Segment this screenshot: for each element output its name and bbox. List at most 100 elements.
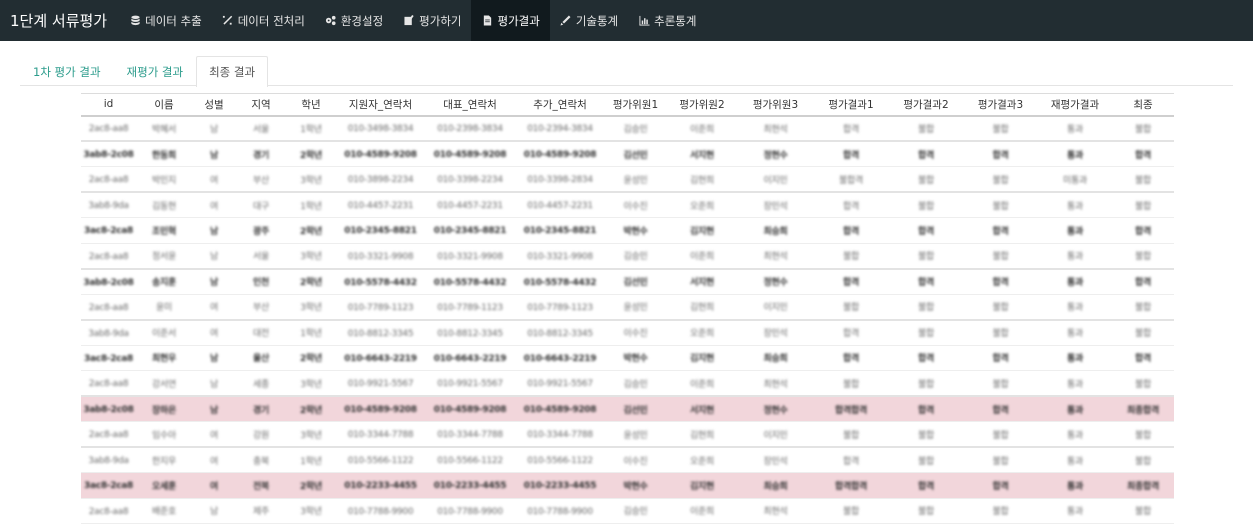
cell-value: 합격 xyxy=(918,354,934,365)
cell-value: 010-6643-2219 xyxy=(433,353,507,364)
table-cell: 서지현 xyxy=(666,267,738,295)
column-header[interactable]: 평가결과2 xyxy=(889,93,963,117)
column-header[interactable]: 지원자_연락처 xyxy=(336,93,425,117)
table-cell: 김승민 xyxy=(605,115,666,142)
cell-value: 김승민 xyxy=(623,124,648,135)
cell-value: 010-4457-2231 xyxy=(527,201,593,211)
cell-value: 한동희 xyxy=(152,150,176,161)
table-cell: 010-3498-3834 xyxy=(336,115,425,142)
table-row[interactable]: 3ab8-9da 이준서 여 대전 1학년 010-8812-3345 010-8812-3… xyxy=(81,318,1174,346)
cell-value: 합격 xyxy=(918,226,934,237)
table-cell: 010-3398-2234 xyxy=(425,166,515,193)
table-cell: 3학년 xyxy=(286,370,336,397)
cell-value: 010-2345-8821 xyxy=(523,226,597,237)
tab-3[interactable]: 최종 결과 xyxy=(196,56,269,87)
cell-value: 이준희 xyxy=(690,507,714,518)
cell-value: 여 xyxy=(210,329,218,339)
column-header[interactable]: 평가위원2 xyxy=(666,93,738,117)
nav-item-6[interactable]: 기술통계 xyxy=(550,0,628,41)
app-brand[interactable]: 1단계 서류평가 xyxy=(0,0,119,41)
table-cell: 불합 xyxy=(889,446,963,473)
table-row[interactable]: 3ab8-9da 김동현 여 대구 1학년 010-4457-2231 010-4457-2… xyxy=(81,191,1174,218)
table-cell: 강원 xyxy=(236,421,286,448)
cell-value: 장민석 xyxy=(763,201,788,212)
table-row[interactable]: 3ac8-2ca8 조민혁 남 광주 2학년 010-2345-8821 010-2345-… xyxy=(81,217,1174,244)
table-row[interactable]: 2ac8-aa8 윤미 여 부산 3학년 010-7789-1123 010-7789-11… xyxy=(81,294,1174,320)
cell-value: 최현석 xyxy=(763,379,788,390)
table-cell: 010-5578-4432 xyxy=(336,267,425,295)
table-row[interactable]: 3ab8-2c08 장하은 남 경기 2학년 010-4589-9208 010-4589-… xyxy=(81,395,1174,422)
table-cell: 불합 xyxy=(813,243,889,269)
column-header[interactable]: 학년 xyxy=(286,93,336,117)
cell-value: 2ac8-aa8 xyxy=(88,175,129,185)
nav-item-3[interactable]: 환경설정 xyxy=(315,0,393,41)
column-header[interactable]: 성별 xyxy=(192,93,236,117)
column-header[interactable]: 최종 xyxy=(1112,93,1174,117)
table-cell: 오세훈 xyxy=(136,472,192,499)
table-cell: 합격 xyxy=(963,472,1038,499)
table-row[interactable]: 3ab8-2c08 송지훈 남 인천 2학년 010-5578-4432 010-5578-… xyxy=(81,267,1174,295)
table-cell: 010-2398-3834 xyxy=(425,115,515,142)
column-header[interactable]: 추가_연락처 xyxy=(515,93,605,117)
cell-value: 김현희 xyxy=(690,303,714,313)
table-row[interactable]: 2ac8-aa8 정서윤 남 서울 3학년 010-3321-9908 010-3321-9… xyxy=(81,243,1174,269)
cell-value: 여 xyxy=(210,303,218,313)
database-icon xyxy=(129,15,141,27)
results-table-container: id 이름 성별 지역 학년 지원자_연락처 대표_연락처 추가_연락처 평가위원1 평가위원2 평… xyxy=(81,93,1174,524)
nav-item-7[interactable]: 추론통계 xyxy=(628,0,706,41)
cell-value: 010-7788-9900 xyxy=(437,506,503,517)
table-cell: 1학년 xyxy=(286,191,336,218)
cell-value: 3학년 xyxy=(300,430,322,441)
cell-value: 010-3498-3834 xyxy=(347,124,414,135)
cell-value: 합격 xyxy=(918,405,934,416)
table-row[interactable]: 2ac8-aa8 박민지 여 부산 3학년 010-3898-2234 010-3398-2… xyxy=(81,166,1174,193)
table-row[interactable]: 3ac8-2ca8 최현우 남 울산 2학년 010-6643-2219 010-6643-… xyxy=(81,345,1174,371)
nav-item-4[interactable]: 평가하기 xyxy=(393,0,471,41)
table-row[interactable]: 2ac8-aa8 강서연 남 세종 3학년 010-9921-5567 010-9921-5… xyxy=(81,370,1174,397)
table-cell: 010-5566-1122 xyxy=(336,446,425,473)
column-header[interactable]: 대표_연락처 xyxy=(425,93,515,117)
column-header[interactable]: 이름 xyxy=(136,93,192,117)
table-cell: 합격합격 xyxy=(813,395,889,422)
cell-value: 불합 xyxy=(918,507,934,518)
cell-value: 윤성민 xyxy=(623,175,648,186)
table-row[interactable]: 2ac8-aa8 박혜서 남 서울 1학년 010-3498-3834 010-2398-3… xyxy=(81,115,1174,142)
nav-item-1[interactable]: 데이터 추출 xyxy=(119,0,212,41)
table-cell: 충북 xyxy=(236,446,286,473)
column-header[interactable]: 지역 xyxy=(236,93,286,117)
cell-value: 010-4589-9208 xyxy=(523,405,597,415)
cell-value: 2학년 xyxy=(300,278,322,288)
cell-value: 남 xyxy=(210,379,218,390)
table-cell: 불합 xyxy=(963,115,1038,142)
cell-value: 불합 xyxy=(843,430,859,441)
cell-value: 2학년 xyxy=(300,405,322,416)
cell-value: 합격 xyxy=(918,278,934,288)
table-row[interactable]: 3ab8-9da 한지우 여 충북 1학년 010-5566-1122 010-5566-1… xyxy=(81,446,1174,473)
column-header[interactable]: 평가결과3 xyxy=(963,93,1038,117)
table-cell: 여 xyxy=(192,294,236,320)
cell-value: 010-2233-4455 xyxy=(433,481,507,492)
cell-value: 한지우 xyxy=(152,456,176,467)
column-header[interactable]: 평가위원3 xyxy=(738,93,813,117)
column-header[interactable]: 평가위원1 xyxy=(605,93,666,117)
tab-1[interactable]: 1차 평가 결과 xyxy=(20,56,114,86)
table-cell: 합격 xyxy=(889,395,963,422)
nav-item-5[interactable]: 평가결과 xyxy=(471,0,550,41)
cell-value: 서지현 xyxy=(690,150,714,161)
cell-value: 합격 xyxy=(843,456,859,467)
cell-value: 010-3344-7788 xyxy=(347,430,414,440)
column-header[interactable]: 평가결과1 xyxy=(813,93,889,117)
cell-value: 김승민 xyxy=(623,507,648,518)
table-row[interactable]: 2ac8-aa8 배준호 남 제주 3학년 010-7788-9900 010-7788-9… xyxy=(81,498,1174,524)
table-cell: 한지우 xyxy=(136,446,192,473)
column-header[interactable]: 재평가결과 xyxy=(1038,93,1112,117)
cell-value: 1학년 xyxy=(300,201,322,212)
table-row[interactable]: 2ac8-aa8 임수아 여 강원 3학년 010-3344-7788 010-3344-7… xyxy=(81,421,1174,448)
column-header[interactable]: id xyxy=(81,93,136,117)
table-row[interactable]: 3ab8-2c08 한동희 남 경기 2학년 010-4589-9208 010-4589-… xyxy=(81,140,1174,167)
table-cell: 미통과 xyxy=(1038,166,1112,193)
nav-item-2[interactable]: 데이터 전처리 xyxy=(212,0,315,41)
cell-value: 광주 xyxy=(253,226,269,237)
table-row[interactable]: 3ac8-2ca8 오세훈 여 전북 2학년 010-2233-4455 010-2233-… xyxy=(81,472,1174,499)
tab-2[interactable]: 재평가 결과 xyxy=(114,56,197,86)
